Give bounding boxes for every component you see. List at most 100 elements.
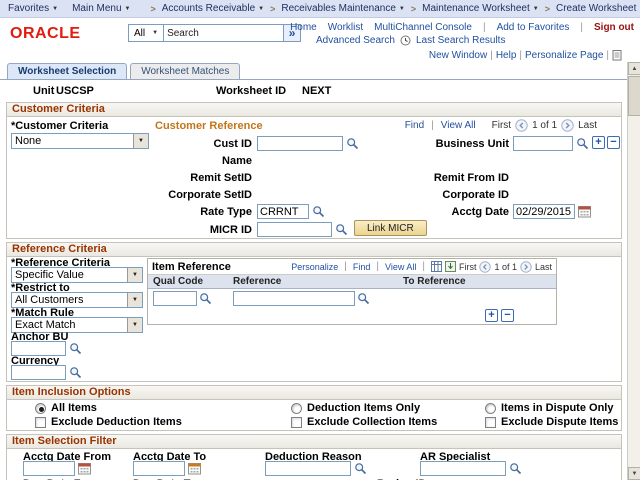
acctg-date-to-input[interactable] xyxy=(133,461,185,476)
last-search-results-link[interactable]: Last Search Results xyxy=(416,35,506,46)
scroll-down-icon[interactable] xyxy=(628,467,640,480)
help-link[interactable]: Help xyxy=(496,50,517,61)
acctg-date-from-input[interactable] xyxy=(23,461,75,476)
currency-input[interactable] xyxy=(11,365,66,380)
find-link[interactable]: Find xyxy=(353,262,371,272)
chevron-down-icon xyxy=(52,6,58,12)
acctg-date-label: Acctg Date xyxy=(451,206,509,218)
download-icon[interactable] xyxy=(444,261,456,272)
add-row-button[interactable] xyxy=(485,309,498,322)
breadcrumb-maintenance-worksheet[interactable]: Maintenance Worksheet xyxy=(422,3,539,14)
worklist-link[interactable]: Worklist xyxy=(328,22,363,33)
customer-criteria-section: Customer Criteria *Customer Criteria Non… xyxy=(6,102,622,239)
scrollbar-thumb[interactable] xyxy=(628,76,640,116)
radio-icon xyxy=(291,402,302,414)
acctg-date-to-calendar-icon[interactable] xyxy=(188,462,201,475)
personalize-page-link[interactable]: Personalize Page xyxy=(525,50,603,61)
ar-specialist-input[interactable] xyxy=(420,461,506,476)
reference-lookup-icon[interactable] xyxy=(357,292,370,305)
reference-criteria-body: *Reference Criteria Specific Value *Rest… xyxy=(7,257,621,381)
restrict-to-select[interactable]: All Customers xyxy=(11,292,143,308)
copy-page-icon[interactable] xyxy=(612,49,623,61)
search-scope-value: All xyxy=(134,27,146,39)
advanced-search-link[interactable]: Advanced Search xyxy=(316,35,395,46)
separator xyxy=(376,261,379,272)
ar-specialist-lookup-icon[interactable] xyxy=(509,462,522,475)
separator xyxy=(422,261,425,272)
reference-input[interactable] xyxy=(233,291,355,306)
cust-id-input[interactable] xyxy=(257,136,343,151)
cust-id-label: Cust ID xyxy=(213,138,253,150)
deduction-reason-input[interactable] xyxy=(265,461,351,476)
scroll-up-icon[interactable] xyxy=(628,62,640,75)
sign-out-link[interactable]: Sign out xyxy=(594,22,634,33)
first-label: First xyxy=(458,261,477,272)
search-input[interactable] xyxy=(164,24,285,42)
view-all-link[interactable]: View All xyxy=(441,120,476,131)
checkbox-exclude-dispute-items[interactable]: Exclude Dispute Items xyxy=(485,416,618,428)
delete-row-button[interactable] xyxy=(607,136,620,149)
radio-all-items[interactable]: All Items xyxy=(35,402,97,414)
radio-items-in-dispute-only[interactable]: Items in Dispute Only xyxy=(485,402,613,414)
qual-code-input[interactable] xyxy=(153,291,197,306)
anchor-bu-input[interactable] xyxy=(11,341,66,356)
rate-type-input[interactable] xyxy=(257,204,309,219)
radio-icon xyxy=(485,402,496,414)
show-previous-row-icon[interactable] xyxy=(515,119,528,132)
zoom-grid-icon[interactable] xyxy=(430,261,442,272)
breadcrumb-accounts-receivable[interactable]: Accounts Receivable xyxy=(162,3,264,14)
show-next-row-icon[interactable] xyxy=(520,260,532,273)
home-link[interactable]: Home xyxy=(290,22,317,33)
search-scope-select[interactable]: All xyxy=(128,24,165,42)
item-reference-grid: Item Reference Personalize Find View All… xyxy=(147,258,557,325)
dropdown-arrow-icon xyxy=(127,293,142,307)
vertical-scrollbar[interactable] xyxy=(627,62,640,480)
rate-type-lookup-icon[interactable] xyxy=(312,205,325,218)
new-window-link[interactable]: New Window xyxy=(429,50,487,61)
anchor-bu-lookup-icon[interactable] xyxy=(69,342,82,355)
personalize-link[interactable]: Personalize xyxy=(291,262,338,272)
checkbox-label: Exclude Dispute Items xyxy=(501,416,619,428)
acctg-date-input[interactable] xyxy=(513,204,575,219)
separator xyxy=(483,22,486,33)
add-to-favorites-link[interactable]: Add to Favorites xyxy=(497,22,570,33)
column-header-to-reference: To Reference xyxy=(403,276,466,287)
acctg-date-from-calendar-icon[interactable] xyxy=(78,462,91,475)
item-selection-filter-title: Item Selection Filter xyxy=(7,435,621,449)
reference-cell xyxy=(230,291,400,306)
delete-row-button[interactable] xyxy=(501,309,514,322)
worksheet-id-value: NEXT xyxy=(302,85,332,97)
radio-deduction-items-only[interactable]: Deduction Items Only xyxy=(291,402,420,414)
find-link[interactable]: Find xyxy=(405,120,424,131)
checkbox-exclude-collection-items[interactable]: Exclude Collection Items xyxy=(291,416,437,428)
micr-id-lookup-icon[interactable] xyxy=(335,223,348,236)
reference-criteria-select[interactable]: Specific Value xyxy=(11,267,143,283)
customer-criteria-body: *Customer Criteria None Customer Referen… xyxy=(7,117,621,238)
micr-id-input[interactable] xyxy=(257,222,332,237)
checkbox-exclude-deduction-items[interactable]: Exclude Deduction Items xyxy=(35,416,182,428)
reference-criteria-title: Reference Criteria xyxy=(7,243,621,257)
peoplesoft-create-worksheet-window: Favorites Main Menu Accounts Receivable … xyxy=(0,0,640,480)
business-unit-lookup-icon[interactable] xyxy=(576,137,589,150)
breadcrumb-main-menu[interactable]: Main Menu xyxy=(72,3,130,14)
tab-worksheet-selection[interactable]: Worksheet Selection xyxy=(7,63,128,79)
tab-worksheet-matches[interactable]: Worksheet Matches xyxy=(130,63,241,79)
corporate-id-label: Corporate ID xyxy=(442,189,509,201)
header: ORACLE All Advanced Search Last Search R… xyxy=(0,18,640,48)
acctg-date-calendar-icon[interactable] xyxy=(578,205,591,218)
show-previous-row-icon[interactable] xyxy=(479,260,492,273)
business-unit-input[interactable] xyxy=(513,136,573,151)
customer-criteria-select[interactable]: None xyxy=(11,133,149,149)
add-row-button[interactable] xyxy=(592,136,605,149)
breadcrumb-receivables-maintenance[interactable]: Receivables Maintenance xyxy=(281,3,404,14)
currency-lookup-icon[interactable] xyxy=(69,366,82,379)
link-micr-button[interactable]: Link MICR xyxy=(354,220,427,236)
multichannel-console-link[interactable]: MultiChannel Console xyxy=(374,22,472,33)
show-next-row-icon[interactable] xyxy=(561,119,574,132)
qual-code-lookup-icon[interactable] xyxy=(199,292,212,305)
view-all-link[interactable]: View All xyxy=(385,262,416,272)
cust-id-lookup-icon[interactable] xyxy=(346,137,359,150)
breadcrumb-favorites[interactable]: Favorites xyxy=(8,3,58,14)
checkbox-icon xyxy=(291,416,302,428)
deduction-reason-lookup-icon[interactable] xyxy=(354,462,367,475)
